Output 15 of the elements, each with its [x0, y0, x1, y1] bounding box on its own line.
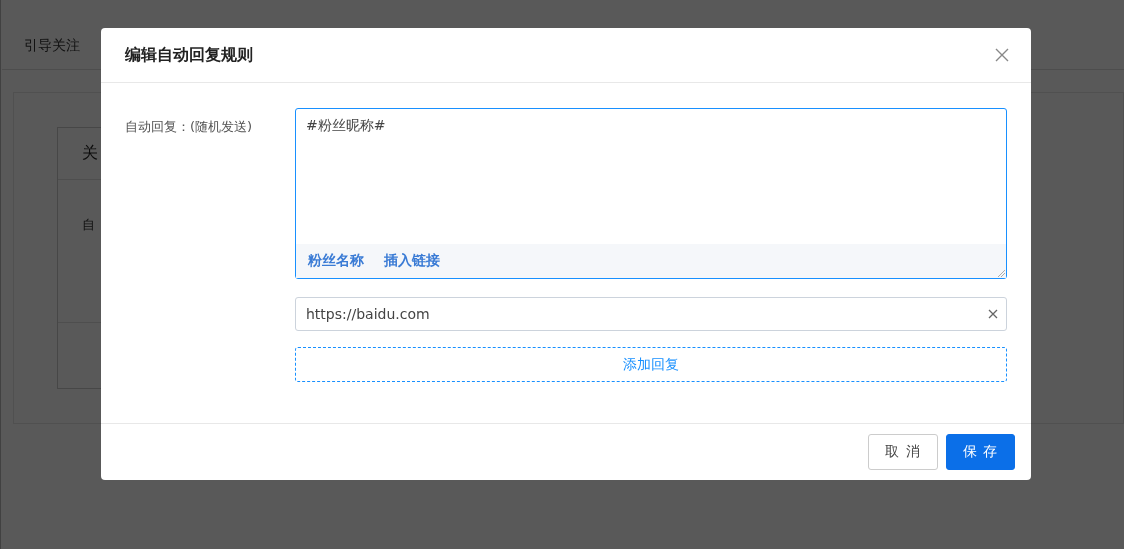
resize-grip-icon[interactable]	[998, 270, 1005, 277]
page-tab[interactable]: 引导关注	[24, 14, 80, 55]
clear-icon[interactable]	[988, 309, 998, 319]
insert-link[interactable]: 插入链接	[384, 252, 440, 270]
field-label: 自动回复：(随机发送)	[125, 118, 254, 136]
add-reply-button[interactable]: 添加回复	[295, 347, 1007, 382]
reply-text-area[interactable]: #粉丝昵称# 粉丝名称 插入链接	[295, 108, 1007, 279]
card-label: 自	[82, 217, 95, 232]
link-input-field[interactable]: https://baidu.com	[295, 297, 1007, 331]
cancel-button[interactable]: 取 消	[868, 434, 938, 470]
close-icon[interactable]	[995, 48, 1009, 62]
card-title: 关	[82, 143, 98, 164]
dialog-title: 编辑自动回复规则	[125, 44, 253, 66]
insert-link[interactable]: 粉丝名称	[308, 252, 364, 270]
save-button[interactable]: 保 存	[945, 434, 1015, 470]
